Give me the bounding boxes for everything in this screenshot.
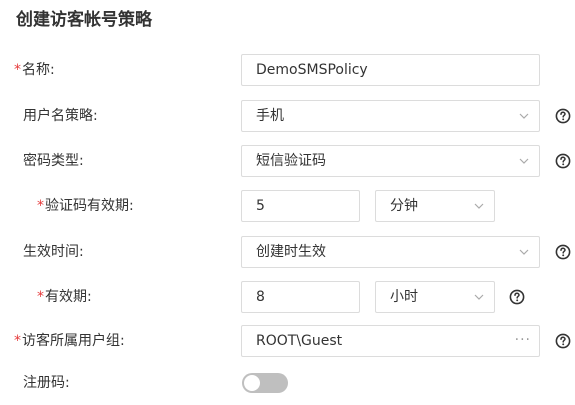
name-label: *名称: [14, 54, 55, 86]
code-validity-unit: 分钟 [390, 198, 418, 214]
chevron-down-icon [519, 113, 529, 119]
username-policy-row: 用户名策略: 手机 [0, 100, 575, 132]
help-icon[interactable] [555, 108, 571, 124]
effective-time-select[interactable]: 创建时生效 [241, 236, 540, 268]
required-mark: * [37, 289, 44, 305]
password-type-row: 密码类型: 短信验证码 [0, 145, 575, 177]
help-icon[interactable] [555, 153, 571, 169]
registration-code-row: 注册码: [0, 367, 575, 399]
validity-period-input[interactable]: 8 [241, 281, 360, 313]
effective-time-row: 生效时间: 创建时生效 [0, 236, 575, 268]
code-validity-label: *验证码有效期: [37, 190, 134, 222]
validity-period-row: *有效期: 8 小时 [0, 281, 575, 313]
required-mark: * [37, 198, 44, 214]
more-icon[interactable]: ··· [515, 326, 531, 354]
name-input[interactable]: DemoSMSPolicy [241, 54, 540, 86]
user-group-row: *访客所属用户组: ROOT\Guest ··· [0, 325, 575, 357]
user-group-value: ROOT\Guest [256, 333, 343, 349]
name-row: *名称: DemoSMSPolicy [0, 54, 575, 86]
user-group-label: *访客所属用户组: [14, 325, 125, 357]
code-validity-label-text: 验证码有效期: [45, 198, 134, 214]
required-mark: * [14, 333, 21, 349]
help-icon[interactable] [509, 289, 525, 305]
code-validity-unit-select[interactable]: 分钟 [375, 190, 495, 222]
user-group-picker[interactable]: ROOT\Guest ··· [241, 325, 540, 357]
name-label-text: 名称: [22, 62, 55, 78]
registration-code-toggle[interactable] [242, 373, 288, 393]
password-type-value: 短信验证码 [256, 153, 326, 169]
required-mark: * [14, 62, 21, 78]
chevron-down-icon [474, 294, 484, 300]
help-icon[interactable] [555, 244, 571, 260]
username-policy-value: 手机 [256, 108, 284, 124]
help-icon[interactable] [555, 333, 571, 349]
validity-period-unit-select[interactable]: 小时 [375, 281, 495, 313]
chevron-down-icon [519, 249, 529, 255]
code-validity-value: 5 [256, 198, 265, 214]
toggle-knob [244, 375, 260, 391]
username-policy-select[interactable]: 手机 [241, 100, 540, 132]
validity-period-label: *有效期: [37, 281, 92, 313]
validity-period-label-text: 有效期: [45, 289, 92, 305]
code-validity-row: *验证码有效期: 5 分钟 [0, 190, 575, 222]
user-group-label-text: 访客所属用户组: [22, 333, 125, 349]
effective-time-value: 创建时生效 [256, 244, 326, 260]
username-policy-label: 用户名策略: [23, 108, 98, 124]
page-title: 创建访客帐号策略 [16, 10, 152, 30]
chevron-down-icon [519, 158, 529, 164]
password-type-label: 密码类型: [23, 153, 84, 169]
name-input-value: DemoSMSPolicy [256, 62, 368, 78]
registration-code-label: 注册码: [23, 375, 70, 391]
password-type-select[interactable]: 短信验证码 [241, 145, 540, 177]
effective-time-label: 生效时间: [23, 244, 84, 260]
validity-period-value: 8 [256, 289, 265, 305]
chevron-down-icon [474, 203, 484, 209]
validity-period-unit: 小时 [390, 289, 418, 305]
code-validity-input[interactable]: 5 [241, 190, 360, 222]
